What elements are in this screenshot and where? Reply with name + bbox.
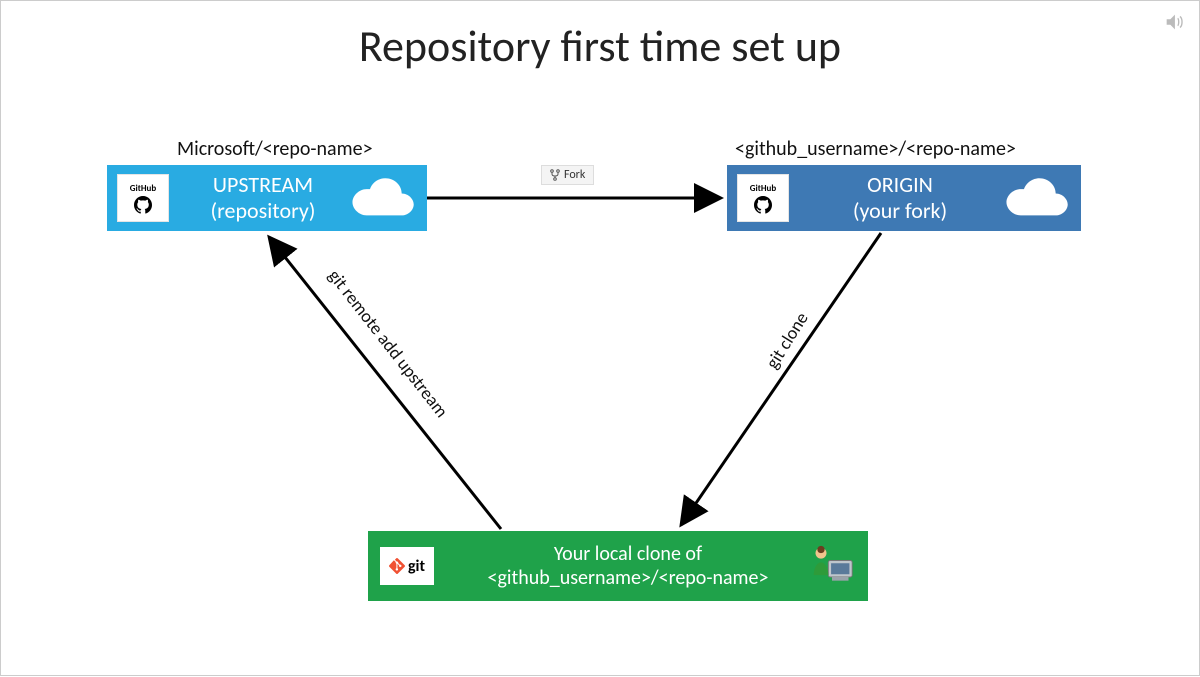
origin-text: ORIGIN (your fork) [799,172,1001,225]
github-badge: GitHub [117,174,169,222]
origin-title: ORIGIN [799,172,1001,198]
slide-title: Repository first time set up [1,19,1199,73]
cloud-icon [1001,176,1071,220]
origin-subtitle: (your fork) [799,198,1001,224]
git-badge-text: git [408,557,425,576]
github-badge-text: GitHub [130,183,156,194]
github-badge: GitHub [737,174,789,222]
local-subtitle: <github_username>/<repo-name> [446,566,810,590]
git-badge: git [380,547,434,585]
user-computer-icon [810,544,854,588]
git-icon [389,558,405,574]
octocat-icon [753,196,773,214]
fork-icon [550,169,560,181]
local-title: Your local clone of [446,542,810,566]
upstream-text: UPSTREAM (repository) [179,172,347,225]
git-clone-label: git clone [761,308,813,373]
upstream-subtitle: (repository) [179,198,347,224]
github-badge-text: GitHub [750,183,776,194]
origin-box: GitHub ORIGIN (your fork) [727,165,1081,231]
fork-button-label: Fork [541,165,594,185]
octocat-icon [133,196,153,214]
upstream-box: GitHub UPSTREAM (repository) [107,165,427,231]
origin-path-label: <github_username>/<repo-name> [735,137,1016,161]
cloud-icon [347,176,417,220]
local-box: git Your local clone of <github_username… [368,531,868,601]
upstream-title: UPSTREAM [179,172,347,198]
fork-text: Fork [564,168,585,182]
upstream-path-label: Microsoft/<repo-name> [177,137,373,161]
local-text: Your local clone of <github_username>/<r… [446,542,810,590]
git-remote-add-label: git remote add upstream [324,265,453,422]
